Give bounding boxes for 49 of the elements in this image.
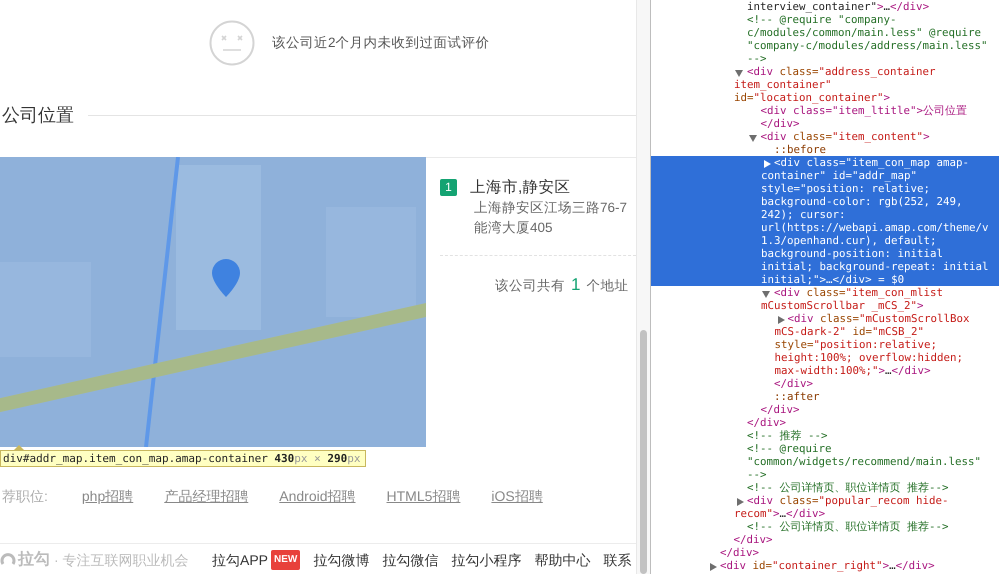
address-count-text: 该公司共有 [495,277,565,295]
job-link[interactable]: iOS招聘 [491,488,543,506]
html-comment: <!-- @require "common/widgets/recommend/main.less" --> [746,442,982,481]
address-count: 1 [571,275,580,295]
html-comment: <!-- 推荐 --> [746,429,829,442]
dom-node-row[interactable]: <div id="container_right">…</div> [651,559,999,572]
footer-link[interactable]: 拉勾微博 [313,551,370,569]
dom-node-row[interactable]: <div class="item_con_map amap-container" id="addr_map" style="position: relative; background-color: rgb(252, 249, 242); cursor: url(https://webapi.amap.com/theme/v1.3/openhand.cur), default; background-position: initial initial; background-repeat: initial initial;">…</div> = $0 [651,156,999,286]
site-slogan: · 专注互联网职业机会 [54,551,189,569]
dom-node-row[interactable]: <div class="address_container item_container" id="location_container"> [651,65,999,104]
dom-node-row[interactable]: <div class="mCustomScrollBox mCS-dark-2" id="mCSB_2" style="position:relative; height:100%; overflow:hidden; max-width:100%;">…</div> [651,312,999,377]
job-link[interactable]: Android招聘 [279,488,356,506]
dom-node-row[interactable]: <div class="item_ltitle">公司位置</div> [651,104,999,130]
job-link[interactable]: php招聘 [82,488,134,506]
closing-tag: </div> [651,546,999,559]
address-city[interactable]: 上海市,静安区 [470,177,570,198]
footer-link[interactable]: 拉勾微信 [382,551,438,569]
footer-link[interactable]: 联系 [603,551,632,569]
html-comment: <!-- @require "company-c/modules/common/main.less" @require "company-c/modules/address/main.less" --> [746,13,989,65]
job-link[interactable]: 产品经理招聘 [164,488,248,506]
address-count-text: 个地址 [586,277,628,295]
dom-node-row[interactable]: <div class="item_con_mlist mCustomScrollbar _mCS_2"> [651,286,999,312]
pseudo-element: ::before [773,143,828,156]
empty-review-message: 该公司近2个月内未收到过面试评价 [272,34,490,52]
address-number-badge: 1 [440,179,457,196]
html-comment: <!-- 公司详情页、职位详情页 推荐--> [746,520,950,533]
footer-link[interactable]: 拉勾APP NEW [212,550,300,570]
new-badge: NEW [271,550,300,570]
closing-tag: </div> [651,377,999,390]
dom-node-row[interactable]: interview_container">…</div> [651,0,999,13]
logo-icon [0,552,16,568]
recommend-label: 荐职位: [2,488,48,506]
html-comment: <!-- 公司详情页、职位详情页 推荐--> [746,481,950,494]
address-line: 能湾大厦405 [474,219,554,237]
job-link[interactable]: HTML5招聘 [386,488,460,506]
section-title: 公司位置 [2,104,74,127]
dom-node-row[interactable]: <div class="item_content"> [651,130,999,143]
closing-tag: </div> [651,533,999,546]
footer-link[interactable]: 拉勾小程序 [451,551,522,569]
element-selector: div#addr_map.item_con_map.amap-container [3,452,268,465]
neutral-face-icon [209,20,255,66]
footer-link[interactable]: 帮助中心 [534,551,590,569]
closing-tag: </div> [651,403,999,416]
page-scrollbar[interactable] [636,0,650,574]
address-line: 上海静安区江场三路76-7 [474,199,628,217]
dom-node-row[interactable]: <div class="popular_recom hide-recom">…</div> [651,494,999,520]
pseudo-element: ::after [773,390,821,403]
element-size: 430px × 290px [274,452,361,465]
closing-tag: </div> [651,416,999,429]
